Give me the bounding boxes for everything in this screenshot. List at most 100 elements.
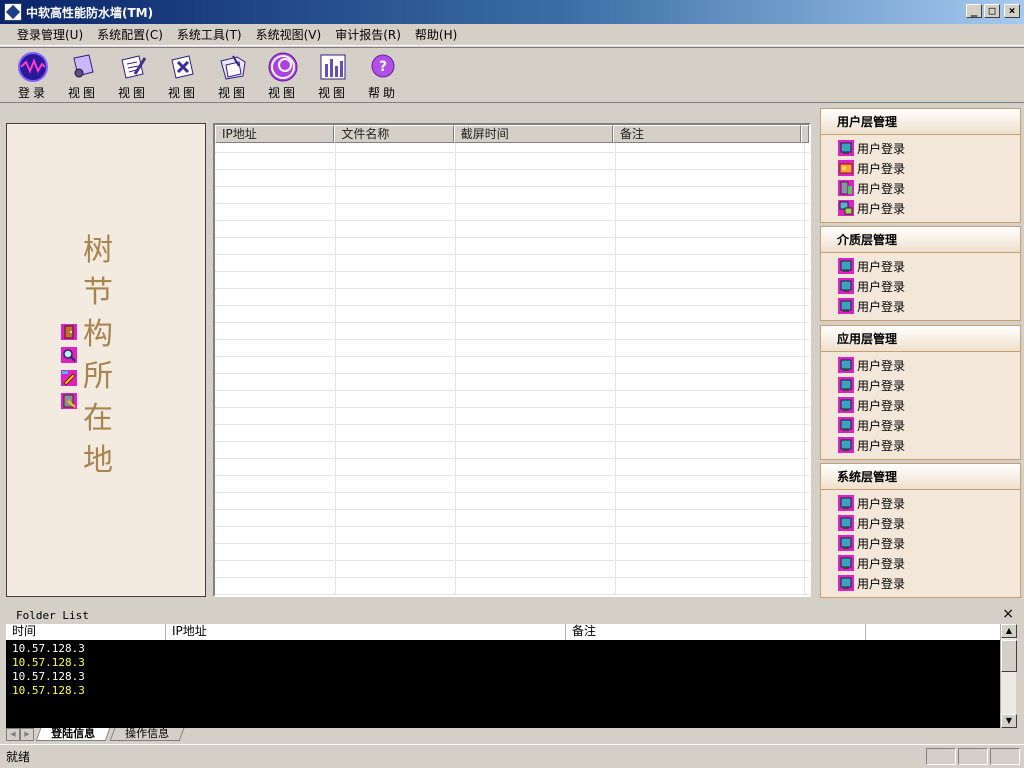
group-user-layer: 用户层管理 用户登录 用户登录 用户登录 用户登录 bbox=[820, 108, 1021, 223]
tab-label: 操作信息 bbox=[125, 727, 170, 740]
menu-bar: 登录管理(U) 系统配置(C) 系统工具(T) 系统视图(V) 审计报告(R) … bbox=[0, 24, 1024, 46]
toolbar-login-button[interactable]: 登录 bbox=[8, 48, 58, 102]
tab-login-info[interactable]: 登陆信息 bbox=[35, 727, 111, 741]
pages-view-icon bbox=[67, 52, 99, 82]
scroll-down-icon[interactable]: ▼ bbox=[1001, 714, 1017, 728]
group-item-label: 用户登录 bbox=[857, 398, 906, 413]
tree-panel[interactable]: 树 节 构 所 在 地 bbox=[6, 123, 206, 597]
column-remarks[interactable]: 备注 bbox=[566, 624, 866, 640]
toolbar-view-button-2[interactable]: 视图 bbox=[108, 48, 158, 102]
user-login-link[interactable]: 用户登录 bbox=[821, 158, 1020, 178]
scroll-up-icon[interactable]: ▲ bbox=[1001, 624, 1017, 638]
tree-placeholder-text: 树 节 构 所 在 地 bbox=[81, 230, 115, 482]
maximize-button[interactable]: □ bbox=[984, 4, 1000, 18]
window-title: 中软高性能防水墙(TM) bbox=[26, 5, 154, 20]
toolbar-help-button[interactable]: ? 帮助 bbox=[358, 48, 408, 102]
column-filler bbox=[801, 125, 809, 143]
column-capture-time[interactable]: 截屏时间 bbox=[453, 125, 613, 143]
status-text: 就绪 bbox=[6, 750, 31, 764]
log-row[interactable]: 10.57.128.3 bbox=[12, 684, 994, 698]
menu-audit-report[interactable]: 审计报告(R) bbox=[328, 26, 408, 43]
group-item-label: 用户登录 bbox=[857, 536, 906, 551]
group-title[interactable]: 介质层管理 bbox=[821, 227, 1020, 253]
user-login-link[interactable]: 用户登录 bbox=[821, 178, 1020, 198]
folder-tabs: ◀ ▶ 登陆信息 操作信息 bbox=[6, 727, 1000, 742]
tree-char: 所 bbox=[83, 359, 113, 394]
user-login-link[interactable]: 用户登录 bbox=[821, 355, 1020, 375]
status-panel bbox=[926, 748, 956, 765]
menu-login-manage[interactable]: 登录管理(U) bbox=[10, 26, 90, 43]
group-title[interactable]: 应用层管理 bbox=[821, 326, 1020, 352]
user-login-link[interactable]: 用户登录 bbox=[821, 435, 1020, 455]
toolbar-view-button-3[interactable]: 视图 bbox=[158, 48, 208, 102]
group-title[interactable]: 用户层管理 bbox=[821, 109, 1020, 135]
tab-label: 登陆信息 bbox=[51, 727, 96, 740]
user-door-icon[interactable] bbox=[61, 324, 77, 340]
column-remarks[interactable]: 备注 bbox=[612, 125, 801, 143]
user-login-icon bbox=[838, 535, 854, 551]
cross-view-icon bbox=[167, 52, 199, 82]
group-media-layer: 介质层管理 用户登录 用户登录 用户登录 bbox=[820, 226, 1021, 321]
pencil-view-icon bbox=[117, 52, 149, 82]
group-item-label: 用户登录 bbox=[857, 358, 906, 373]
group-item-label: 用户登录 bbox=[857, 556, 906, 571]
tab-operation-info[interactable]: 操作信息 bbox=[109, 727, 185, 741]
user-login-icon bbox=[838, 278, 854, 294]
toolbar-label: 视图 bbox=[67, 86, 98, 100]
menu-system-view[interactable]: 系统视图(V) bbox=[249, 26, 329, 43]
app-logo-icon[interactable] bbox=[4, 3, 22, 21]
log-row[interactable]: 10.57.128.3 bbox=[12, 642, 994, 656]
user-login-link[interactable]: 用户登录 bbox=[821, 296, 1020, 316]
user-login-link[interactable]: 用户登录 bbox=[821, 375, 1020, 395]
toolbar-view-button-4[interactable]: 视图 bbox=[208, 48, 258, 102]
toolbar-view-button-6[interactable]: 视图 bbox=[308, 48, 358, 102]
minimize-button[interactable]: _ bbox=[966, 4, 982, 18]
log-row[interactable]: 10.57.128.3 bbox=[12, 670, 994, 684]
user-login-link[interactable]: 用户登录 bbox=[821, 138, 1020, 158]
log-scrollbar[interactable]: ▲ ▼ bbox=[1000, 624, 1017, 728]
toolbar-label: 登录 bbox=[17, 86, 48, 100]
log-row[interactable]: 10.57.128.3 bbox=[12, 656, 994, 670]
user-login-link[interactable]: 用户登录 bbox=[821, 513, 1020, 533]
tree-char: 树 bbox=[83, 233, 113, 268]
close-button[interactable]: × bbox=[1004, 4, 1020, 18]
column-file-name[interactable]: 文件名称 bbox=[334, 125, 454, 143]
window-controls: _ □ × bbox=[966, 4, 1020, 18]
pencil-edit-icon[interactable] bbox=[61, 370, 77, 386]
group-item-label: 用户登录 bbox=[857, 418, 906, 433]
user-login-link[interactable]: 用户登录 bbox=[821, 198, 1020, 218]
group-title[interactable]: 系统层管理 bbox=[821, 464, 1020, 490]
user-login-icon bbox=[838, 397, 854, 413]
group-item-label: 用户登录 bbox=[857, 259, 906, 274]
user-login-icon bbox=[838, 575, 854, 591]
user-login-link[interactable]: 用户登录 bbox=[821, 573, 1020, 593]
toolbar-view-button-1[interactable]: 视图 bbox=[58, 48, 108, 102]
group-item-label: 用户登录 bbox=[857, 201, 906, 216]
column-ip-address[interactable]: IP地址 bbox=[215, 125, 335, 143]
column-ip-address[interactable]: IP地址 bbox=[166, 624, 566, 640]
tab-prev-icon[interactable]: ◀ bbox=[6, 728, 20, 741]
user-login-link[interactable]: 用户登录 bbox=[821, 533, 1020, 553]
user-tool-icon[interactable] bbox=[61, 393, 77, 409]
toolbar-view-button-5[interactable]: 视图 bbox=[258, 48, 308, 102]
menu-system-config[interactable]: 系统配置(C) bbox=[90, 26, 170, 43]
screenshot-log-table[interactable]: IP地址 文件名称 截屏时间 备注 bbox=[213, 123, 811, 597]
menu-system-tools[interactable]: 系统工具(T) bbox=[170, 26, 249, 43]
folder-list-panel: Folder List × 时间 IP地址 备注 10.57.128.3 10.… bbox=[6, 604, 1020, 742]
user-login-link[interactable]: 用户登录 bbox=[821, 256, 1020, 276]
scroll-thumb[interactable] bbox=[1001, 640, 1017, 672]
user-login-link[interactable]: 用户登录 bbox=[821, 553, 1020, 573]
column-time[interactable]: 时间 bbox=[6, 624, 166, 640]
table-body[interactable] bbox=[215, 143, 809, 595]
user-login-link[interactable]: 用户登录 bbox=[821, 415, 1020, 435]
magnifier-icon[interactable] bbox=[61, 347, 77, 363]
tab-next-icon[interactable]: ▶ bbox=[20, 728, 34, 741]
grid-divider bbox=[615, 143, 616, 595]
user-login-link[interactable]: 用户登录 bbox=[821, 493, 1020, 513]
user-login-link[interactable]: 用户登录 bbox=[821, 395, 1020, 415]
folder-close-button[interactable]: × bbox=[1002, 606, 1014, 622]
log-output[interactable]: 10.57.128.3 10.57.128.3 10.57.128.3 10.5… bbox=[6, 640, 1000, 728]
user-login-link[interactable]: 用户登录 bbox=[821, 276, 1020, 296]
group-item-label: 用户登录 bbox=[857, 496, 906, 511]
menu-help[interactable]: 帮助(H) bbox=[408, 26, 464, 43]
